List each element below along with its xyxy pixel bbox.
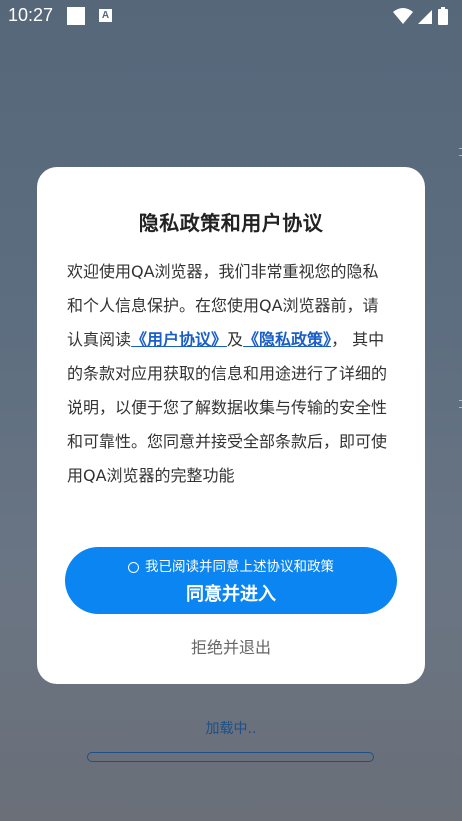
- radio-circle-icon[interactable]: [128, 562, 139, 573]
- agree-and-enter-button[interactable]: 我已阅读并同意上述协议和政策 同意并进入: [65, 547, 397, 614]
- loading-progress-bar: [87, 752, 374, 762]
- privacy-policy-link[interactable]: 《隐私政策》: [243, 330, 331, 349]
- agree-button-label: 同意并进入: [186, 584, 276, 605]
- loading-text: 加载中..: [205, 721, 257, 737]
- body-rest-text: ， 其中的条款对应用获取的信息和用途进行了详细的说明，以便于您了解数据收集与传输…: [67, 330, 388, 485]
- privacy-dialog: 隐私政策和用户协议 欢迎使用QA浏览器，我们非常重视您的隐私和个人信息保护。在您…: [37, 167, 425, 684]
- consent-label: 我已阅读并同意上述协议和政策: [145, 559, 334, 575]
- wifi-icon: [393, 8, 413, 24]
- consent-checkbox[interactable]: 我已阅读并同意上述协议和政策: [65, 558, 397, 576]
- a-notification-icon: A: [99, 9, 112, 22]
- dialog-title: 隐私政策和用户协议: [138, 211, 324, 235]
- app-screen: 10:27 A 隐私政策和用户协议 欢迎使用QA浏览器，我们非常重视您的隐私和个…: [0, 0, 462, 821]
- status-bar: 10:27 A: [0, 0, 462, 32]
- signal-icon: [418, 10, 432, 24]
- reject-and-exit-button[interactable]: 拒绝并退出: [131, 635, 331, 661]
- dialog-body: 欢迎使用QA浏览器，我们非常重视您的隐私和个人信息保护。在您使用QA浏览器前，请…: [67, 255, 387, 493]
- status-icons: [392, 6, 454, 26]
- and-text: 及: [227, 330, 244, 349]
- user-agreement-link[interactable]: 《用户协议》: [131, 330, 227, 349]
- status-time: 10:27: [8, 5, 54, 25]
- battery-icon: [438, 7, 448, 25]
- square-icon: [67, 7, 85, 25]
